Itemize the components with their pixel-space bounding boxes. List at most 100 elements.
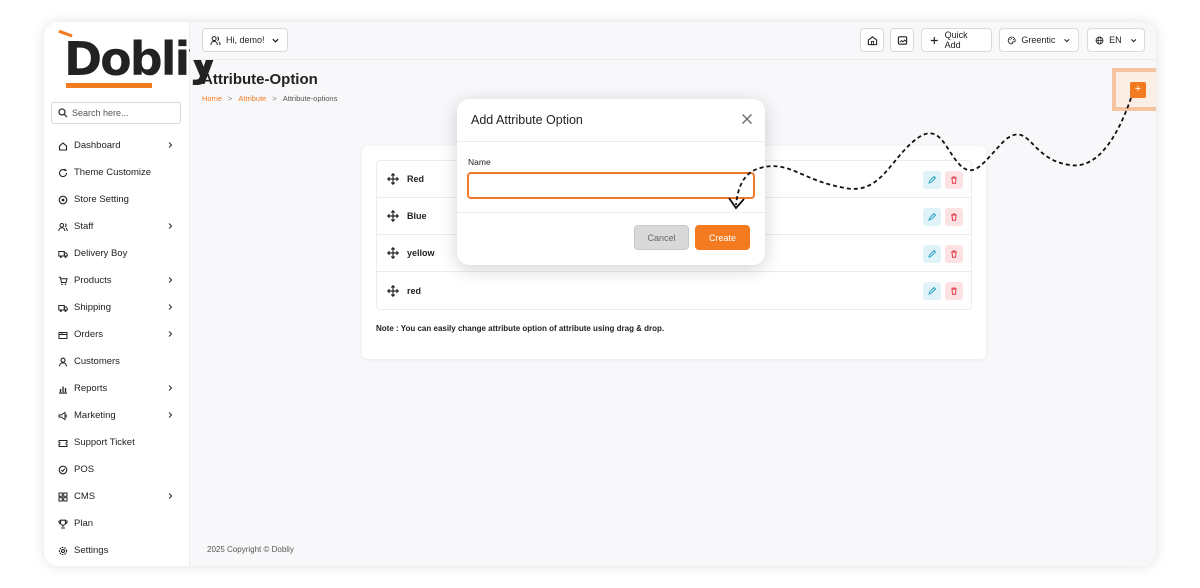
chevron-right-icon [168,223,173,229]
media-button[interactable] [890,28,914,52]
sidebar-item-label: Support Ticket [74,437,135,448]
sidebar-item-label: Staff [74,221,94,232]
user-menu[interactable]: Hi, demo! [202,28,288,52]
image-icon [897,35,907,45]
chevron-right-icon [168,385,173,391]
users-icon [210,35,221,45]
theme-select[interactable]: Greentic [999,28,1079,52]
breadcrumb-attribute[interactable]: Attribute [238,94,266,103]
trash-icon [951,250,957,258]
sidebar-item-staff[interactable]: Staff [44,213,190,240]
sidebar-item-label: Shipping [74,302,111,313]
search-icon [58,108,68,118]
sidebar-item-dashboard[interactable]: Dashboard [44,132,190,159]
move-icon[interactable] [387,173,399,185]
sidebar-item-theme-customize[interactable]: Theme Customize [44,159,190,186]
close-icon[interactable] [741,113,753,125]
ticket-icon [58,438,68,448]
users-icon [58,222,68,232]
sidebar-item-products[interactable]: Products [44,267,190,294]
move-icon[interactable] [387,247,399,259]
move-icon[interactable] [387,210,399,222]
search-input[interactable] [72,108,172,118]
sidebar-item-delivery-boy[interactable]: Delivery Boy [44,240,190,267]
sidebar-item-reports[interactable]: Reports [44,375,190,402]
delete-button[interactable] [945,208,963,226]
gear-icon [58,546,68,556]
sidebar-item-label: Dashboard [74,140,121,151]
sidebar-item-customers[interactable]: Customers [44,348,190,375]
sidebar-item-settings[interactable]: Settings [44,537,190,564]
chevron-right-icon [168,493,173,499]
refresh-icon [58,168,68,178]
pencil-icon [928,287,936,295]
name-input[interactable] [467,172,755,199]
sidebar-item-label: Orders [74,329,104,340]
sidebar-item-support-ticket[interactable]: Support Ticket [44,429,190,456]
chart-icon [58,384,68,394]
sidebar-item-store-setting[interactable]: Store Setting [44,186,190,213]
edit-button[interactable] [923,245,941,263]
sidebar-item-label: Plan [74,518,94,529]
delete-button[interactable] [945,171,963,189]
add-option-button[interactable]: + [1130,82,1146,98]
quick-add-button[interactable]: Quick Add [921,28,992,52]
pos-icon [58,465,68,475]
trash-icon [951,213,957,221]
cart-icon [58,276,68,286]
name-label: Name [468,157,491,167]
chevron-right-icon [168,304,173,310]
sidebar-item-shipping[interactable]: Shipping [44,294,190,321]
drag-note: Note : You can easily change attribute o… [376,324,665,333]
add-option-modal: Add Attribute Option Name Cancel Create [457,99,765,265]
move-icon[interactable] [387,284,399,297]
language-select[interactable]: EN [1087,28,1145,52]
chevron-right-icon [168,142,173,148]
breadcrumb-home[interactable]: Home [202,94,222,103]
top-bar: Hi, demo! Quick Add Greentic EN [190,22,1156,60]
sidebar-search [51,102,181,124]
settings-circle-icon [58,195,68,205]
theme-label: Greentic [1021,35,1056,45]
trophy-icon [58,519,68,529]
chevron-right-icon [168,277,173,283]
sidebar-item-orders[interactable]: Orders [44,321,190,348]
user-greeting: Hi, demo! [226,35,265,45]
chevron-down-icon [271,38,279,43]
trash-icon [951,176,957,184]
create-button[interactable]: Create [695,225,750,250]
truck-icon [58,303,68,313]
sidebar-item-label: CMS [74,491,96,502]
cms-icon [58,492,68,502]
truck-icon [58,249,68,259]
sidebar-item-label: Customers [74,356,120,367]
modal-title: Add Attribute Option [471,113,583,127]
edit-button[interactable] [923,282,941,300]
home-button[interactable] [860,28,884,52]
sidebar-item-label: Marketing [74,410,116,421]
sidebar: Dobliy Dashboard Theme Customize Store Set… [44,22,218,566]
edit-button[interactable] [923,208,941,226]
cancel-button[interactable]: Cancel [634,225,689,250]
sidebar-item-pos[interactable]: POS [44,456,190,483]
store-icon [867,35,877,45]
plus-icon [930,36,938,44]
delete-button[interactable] [945,282,963,300]
chevron-down-icon [1130,38,1136,42]
option-name: Blue [407,211,427,221]
delete-button[interactable] [945,245,963,263]
brand-logo[interactable]: Dobliy [54,28,218,90]
option-row[interactable]: red [377,272,971,309]
option-name: red [407,285,422,296]
palette-icon [1007,36,1016,44]
edit-button[interactable] [923,171,941,189]
megaphone-icon [58,411,68,421]
chevron-right-icon [168,412,173,418]
sidebar-item-marketing[interactable]: Marketing [44,402,190,429]
sidebar-item-label: Theme Customize [74,167,152,178]
sidebar-item-plan[interactable]: Plan [44,510,190,537]
sidebar-item-cms[interactable]: CMS [44,483,190,510]
sidebar-nav: Dashboard Theme Customize Store Setting Sta… [44,132,190,564]
pencil-icon [928,213,936,221]
user-icon [58,357,68,367]
